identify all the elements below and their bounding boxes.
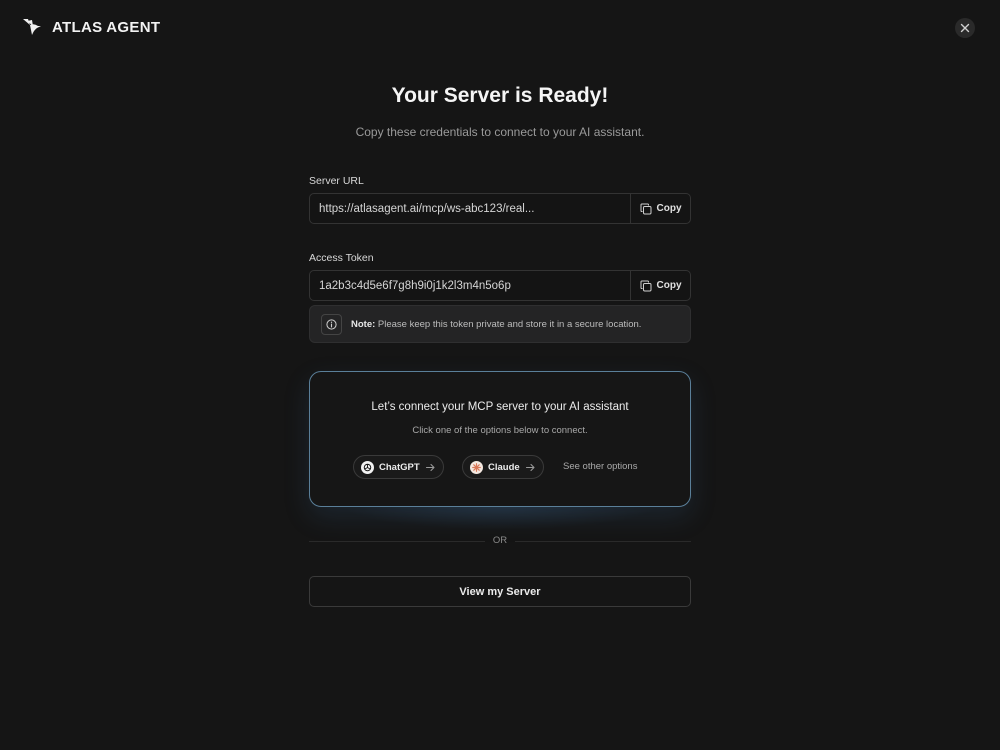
app-name: ATLAS AGENT: [52, 18, 161, 36]
chatgpt-label: ChatGPT: [379, 461, 420, 473]
copy-server-url-button[interactable]: Copy: [630, 194, 690, 223]
page-title: Your Server is Ready!: [391, 84, 609, 107]
connect-title: Let’s connect your MCP server to your AI…: [371, 401, 629, 413]
connect-subtitle: Click one of the options below to connec…: [412, 425, 588, 436]
security-note: Note: Please keep this token private and…: [309, 305, 691, 343]
arrow-right-icon: [525, 463, 535, 471]
connect-card: Let’s connect your MCP server to your AI…: [309, 371, 691, 507]
copy-icon: [640, 280, 651, 291]
top-bar: ATLAS AGENT: [0, 0, 1000, 56]
view-server-button[interactable]: View my Server: [309, 576, 691, 607]
close-button[interactable]: [955, 18, 975, 38]
hummingbird-icon: [23, 19, 41, 35]
copy-icon: [640, 203, 651, 214]
note-text: Note: Please keep this token private and…: [351, 319, 641, 330]
brand: ATLAS AGENT: [22, 17, 160, 37]
close-icon: [960, 23, 970, 33]
chatgpt-icon: [361, 460, 374, 474]
info-icon: [321, 313, 342, 335]
note-prefix: Note:: [351, 318, 376, 330]
connect-claude-button[interactable]: Claude: [462, 455, 544, 479]
claude-icon: [470, 460, 483, 474]
access-token-label: Access Token: [309, 252, 374, 264]
see-other-options-link[interactable]: See other options: [563, 461, 637, 472]
server-url-value[interactable]: https://atlasagent.ai/mcp/ws-abc123/real…: [310, 194, 630, 223]
or-divider: OR: [309, 535, 691, 547]
server-url-field: https://atlasagent.ai/mcp/ws-abc123/real…: [309, 193, 691, 224]
copy-label: Copy: [656, 203, 682, 214]
copy-label: Copy: [656, 280, 682, 291]
access-token-field: 1a2b3c4d5e6f7g8h9i0j1k2l3m4n5o6p Copy: [309, 270, 691, 301]
arrow-right-icon: [425, 463, 435, 471]
note-body: Please keep this token private and store…: [375, 318, 642, 330]
copy-access-token-button[interactable]: Copy: [630, 271, 690, 300]
connect-chatgpt-button[interactable]: ChatGPT: [353, 455, 444, 479]
or-label: OR: [492, 535, 508, 546]
claude-label: Claude: [488, 461, 520, 473]
server-url-label: Server URL: [309, 175, 364, 187]
access-token-value[interactable]: 1a2b3c4d5e6f7g8h9i0j1k2l3m4n5o6p: [310, 271, 630, 300]
page-subtitle: Copy these credentials to connect to you…: [355, 125, 645, 139]
